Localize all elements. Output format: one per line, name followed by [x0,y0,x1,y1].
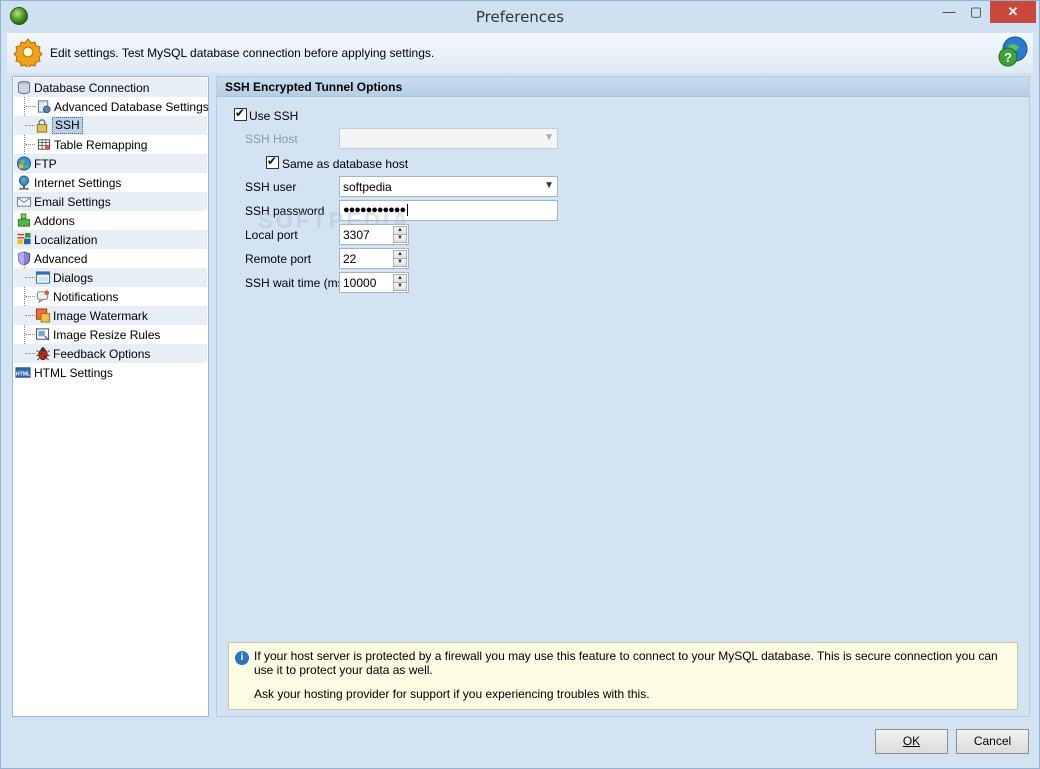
tree-item-label: Dialogs [53,271,94,285]
use-ssh-checkbox[interactable] [234,106,247,121]
spin-down-button[interactable]: ▼ [393,282,407,291]
tree-item-image-watermark[interactable]: Image Watermark [14,306,207,325]
tree-item-image-resize-rules[interactable]: Image Resize Rules [14,325,207,344]
ssh-host-label: SSH Host [245,132,298,146]
tree-item-label: Advanced [34,252,88,266]
tree-item-ssh[interactable]: SSH [14,116,207,135]
svg-text:HTML: HTML [16,371,30,377]
tree-item-database-connection[interactable]: Database Connection [14,78,207,97]
remote-port-label: Remote port [245,252,312,266]
close-button[interactable]: ✕ [990,1,1036,23]
tree-item-table-remapping[interactable]: Table Remapping [14,135,207,154]
info-text-support: Ask your hosting provider for support if… [254,687,650,701]
globe-icon [16,156,32,171]
cancel-button-label: Cancel [973,734,1012,748]
tree-item-localization[interactable]: Localization [14,230,207,249]
minimize-button[interactable]: — [936,1,962,23]
html-icon: HTML [15,367,31,378]
puzzle-icon [17,213,31,227]
tree-item-label: Email Settings [34,195,111,209]
window-icon [35,271,51,284]
tree-item-dialogs[interactable]: Dialogs [14,268,207,287]
database-icon [17,80,31,95]
tree-item-label: Feedback Options [53,347,151,361]
bug-icon [36,347,50,361]
tree-item-label: Addons [34,214,75,228]
info-box: i If your host server is protected by a … [228,642,1018,710]
cancel-button[interactable]: Cancel [956,729,1029,754]
resize-icon [35,328,50,341]
tree-item-label: Advanced Database Settings [54,100,209,114]
ok-button-label: OK [902,734,921,748]
bell-icon [36,290,50,304]
use-ssh-label[interactable]: Use SSH [249,109,298,123]
tree-item-label: Image Resize Rules [53,328,161,342]
settings-tree[interactable]: Database Connection Advanced Database Se… [12,76,209,717]
spin-down-button[interactable]: ▼ [393,234,407,243]
remote-port-value: 22 [343,252,357,266]
ssh-settings-panel: SSH Encrypted Tunnel Options [216,76,1030,717]
tree-item-internet-settings[interactable]: Internet Settings [14,173,207,192]
database-settings-icon [37,100,51,114]
tree-item-label: Internet Settings [34,176,122,190]
chevron-down-icon: ▼ [544,132,554,143]
shield-icon [17,251,31,266]
ssh-user-label: SSH user [245,180,297,194]
gear-icon [13,38,43,67]
header-hint-bar: Edit settings. Test MySQL database conne… [7,33,1033,73]
ssh-user-combobox[interactable]: softpedia ▼ [339,176,558,197]
tree-item-label: Database Connection [34,81,150,95]
same-host-label[interactable]: Same as database host [282,157,408,171]
info-text-firewall: If your host server is protected by a fi… [254,649,998,677]
info-icon: i [235,651,249,665]
ssh-wait-time-label: SSH wait time (ms) [245,276,348,290]
tree-item-label: HTML Settings [34,366,113,380]
tree-item-html-settings[interactable]: HTML HTML Settings [14,363,207,382]
image-icon [35,308,51,323]
flags-icon [17,232,31,245]
tree-item-label: Table Remapping [54,138,148,152]
local-port-value: 3307 [343,228,370,242]
window-title: Preferences [475,8,565,26]
panel-title: SSH Encrypted Tunnel Options [217,77,1029,97]
tree-item-feedback-options[interactable]: Feedback Options [14,344,207,363]
tree-item-label: FTP [34,157,57,171]
tree-item-email-settings[interactable]: Email Settings [14,192,207,211]
tree-item-label: Notifications [53,290,119,304]
tree-item-label: SSH [52,117,83,134]
ssh-wait-time-spinner[interactable]: 10000 ▲ ▼ [339,272,409,293]
tree-item-advanced[interactable]: Advanced [14,249,207,268]
svg-text:?: ? [1004,50,1012,65]
tree-item-addons[interactable]: Addons [14,211,207,230]
preferences-window: Preferences — ▢ ✕ Edit settings. Test My… [0,0,1040,769]
local-port-spinner[interactable]: 3307 ▲ ▼ [339,224,409,245]
title-bar[interactable]: Preferences — ▢ ✕ [1,1,1039,32]
ssh-wait-time-value: 10000 [343,276,377,290]
same-host-checkbox[interactable] [266,154,279,169]
ssh-host-select[interactable]: ▼ [339,128,558,149]
help-icon[interactable]: ? [997,35,1029,69]
spin-down-button[interactable]: ▼ [393,258,407,267]
table-icon [37,139,51,150]
header-hint-text: Edit settings. Test MySQL database conne… [50,46,435,60]
tree-item-label: Localization [34,233,98,247]
maximize-button[interactable]: ▢ [963,1,989,23]
remote-port-spinner[interactable]: 22 ▲ ▼ [339,248,409,269]
tree-item-label: Image Watermark [53,309,148,323]
lock-icon [36,119,48,133]
ok-button[interactable]: OK [875,729,948,754]
chevron-down-icon[interactable]: ▼ [544,180,554,191]
ssh-user-value: softpedia [343,180,392,194]
envelope-icon [16,197,32,207]
network-icon [18,175,30,190]
tree-item-advanced-database-settings[interactable]: Advanced Database Settings [14,97,209,116]
tree-item-notifications[interactable]: Notifications [14,287,207,306]
tree-item-ftp[interactable]: FTP [14,154,207,173]
local-port-label: Local port [245,228,298,242]
